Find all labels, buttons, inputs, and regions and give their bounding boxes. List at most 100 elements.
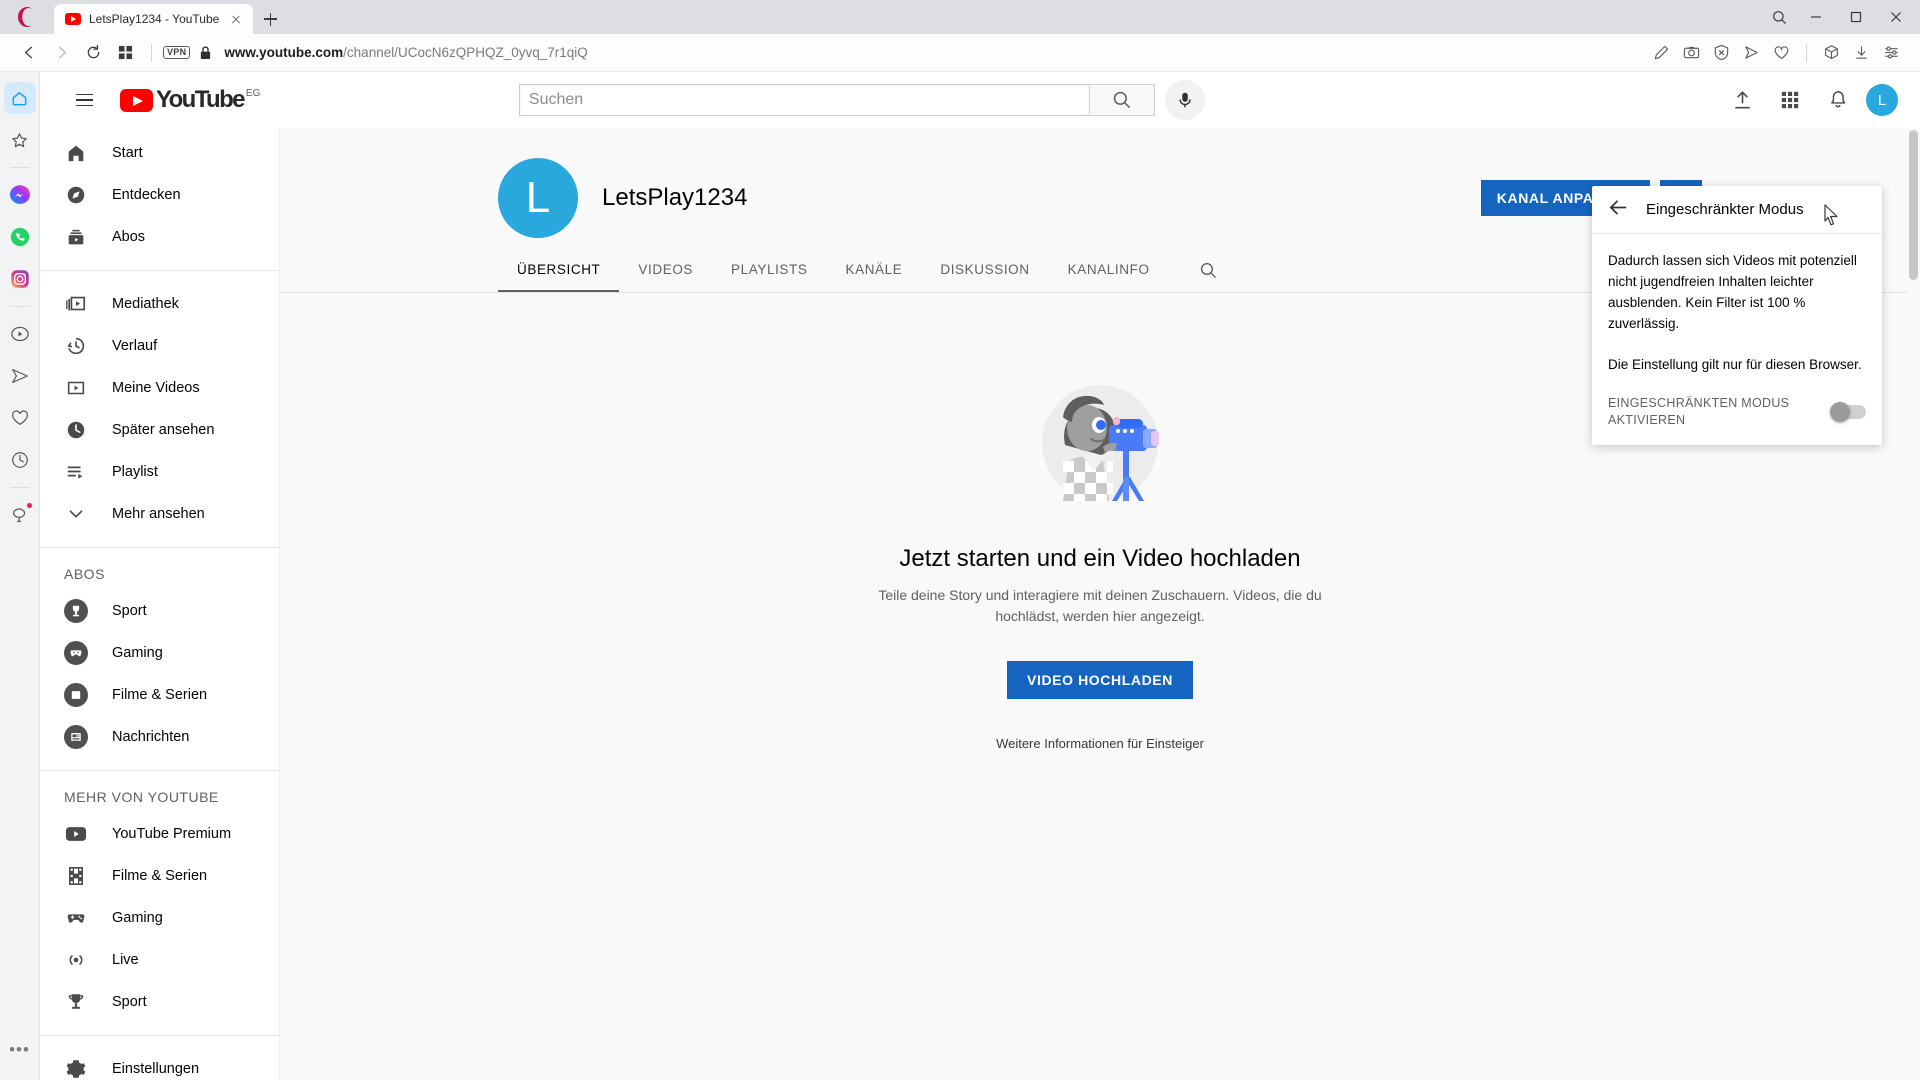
- account-avatar[interactable]: L: [1866, 84, 1898, 116]
- rail-item-whatsapp[interactable]: [4, 221, 36, 253]
- browser-tabstrip: LetsPlay1234 - YouTube: [0, 0, 1920, 34]
- reload-button[interactable]: [78, 39, 108, 67]
- rail-item-instagram[interactable]: [4, 263, 36, 295]
- sidebar-item-playlist[interactable]: Playlist: [40, 451, 279, 493]
- voice-search-button[interactable]: [1164, 80, 1205, 120]
- notifications-button[interactable]: [1818, 80, 1858, 120]
- address-bar[interactable]: www.youtube.com/channel/UCocN6zQPHQZ_0yv…: [220, 45, 1645, 60]
- sidebar-item-mehr-ansehen[interactable]: Mehr ansehen: [40, 493, 279, 535]
- sidebar-item-label: Später ansehen: [112, 422, 215, 438]
- rail-item-liked[interactable]: [4, 402, 36, 434]
- edit-pin-icon[interactable]: [1647, 39, 1676, 67]
- tab-videos[interactable]: VIDEOS: [619, 248, 712, 292]
- rail-item-player[interactable]: [4, 318, 36, 350]
- upload-button[interactable]: [1722, 80, 1762, 120]
- sidebar-item-meine-videos[interactable]: Meine Videos: [40, 367, 279, 409]
- apps-button[interactable]: [1770, 80, 1810, 120]
- sidebar-item-einstellungen[interactable]: Einstellungen: [40, 1048, 279, 1080]
- sidebar-item-more-filme[interactable]: Filme & Serien: [40, 855, 279, 897]
- restricted-mode-toggle-row[interactable]: EINGESCHRÄNKTEN MODUS AKTIVIEREN: [1592, 375, 1882, 439]
- heart-icon[interactable]: [1767, 39, 1796, 67]
- sidebar-item-sub-nachrichten[interactable]: Nachrichten: [40, 716, 279, 758]
- gaming-icon: [64, 906, 88, 930]
- channel-avatar[interactable]: L: [498, 158, 578, 238]
- news-icon: [64, 725, 88, 749]
- history-icon: [11, 452, 28, 468]
- close-icon[interactable]: [1876, 2, 1916, 32]
- tab-playlists[interactable]: PLAYLISTS: [712, 248, 826, 292]
- sidebar-item-label: Filme & Serien: [112, 687, 208, 703]
- rail-more-button[interactable]: •••: [4, 1038, 36, 1070]
- beginner-info-link[interactable]: Weitere Informationen für Einsteiger: [996, 736, 1204, 751]
- sidebar-item-start[interactable]: Start: [40, 132, 279, 174]
- tab-diskussion[interactable]: DISKUSSION: [921, 248, 1048, 292]
- back-button[interactable]: [14, 39, 44, 67]
- close-icon[interactable]: [227, 10, 245, 28]
- search-box[interactable]: [518, 84, 1089, 116]
- search-submit-button[interactable]: [1088, 84, 1155, 116]
- rail-item-history[interactable]: [4, 444, 36, 476]
- sidebar-item-youtube-premium[interactable]: YouTube Premium: [40, 813, 279, 855]
- toggle-label: EINGESCHRÄNKTEN MODUS AKTIVIEREN: [1608, 396, 1790, 427]
- rail-item-telegram[interactable]: [4, 360, 36, 392]
- scrollbar-thumb[interactable]: [1909, 130, 1918, 280]
- sidebar-item-spaeter-ansehen[interactable]: Später ansehen: [40, 409, 279, 451]
- page-scrollbar[interactable]: [1907, 128, 1920, 1080]
- send-icon[interactable]: [1737, 39, 1766, 67]
- search-input[interactable]: [528, 91, 1080, 109]
- cube-icon[interactable]: [1817, 39, 1846, 67]
- camera-snapshot-icon[interactable]: [1677, 39, 1706, 67]
- download-icon[interactable]: [1847, 39, 1876, 67]
- heart-icon: [11, 410, 28, 426]
- sidebar-item-live[interactable]: Live: [40, 939, 279, 981]
- search-icon[interactable]: [1762, 2, 1796, 32]
- channel-name: LetsPlay1234: [602, 184, 748, 211]
- sidebar-item-abos[interactable]: Abos: [40, 216, 279, 258]
- opera-sidebar: •••: [0, 72, 40, 1080]
- guide-toggle-button[interactable]: [64, 80, 104, 120]
- sidebar-item-sub-sport[interactable]: Sport: [40, 590, 279, 632]
- rail-item-pinboard[interactable]: [4, 499, 36, 531]
- sidebar-item-label: Einstellungen: [112, 1061, 200, 1077]
- browser-tab[interactable]: LetsPlay1234 - YouTube: [54, 4, 254, 34]
- new-tab-button[interactable]: [255, 4, 285, 34]
- sidebar-item-label: Entdecken: [112, 187, 181, 203]
- guide-section-more: MEHR VON YOUTUBE: [64, 789, 219, 805]
- channel-search-button[interactable]: [1191, 249, 1226, 292]
- sidebar-item-sub-filme[interactable]: Filme & Serien: [40, 674, 279, 716]
- sidebar-item-more-sport[interactable]: Sport: [40, 981, 279, 1023]
- sidebar-item-label: Mehr ansehen: [112, 506, 205, 522]
- upload-video-button[interactable]: VIDEO HOCHLADEN: [1007, 661, 1193, 699]
- live-icon: [64, 948, 88, 972]
- youtube-logo[interactable]: YouTube EG: [120, 88, 260, 112]
- back-arrow-icon[interactable]: [1608, 197, 1629, 223]
- youtube-premium-icon: [64, 822, 88, 846]
- restricted-mode-switch[interactable]: [1830, 402, 1866, 422]
- tab-kanaele[interactable]: KANÄLE: [826, 248, 921, 292]
- sidebar-item-label: Mediathek: [112, 296, 179, 312]
- sidebar-item-label: Meine Videos: [112, 380, 200, 396]
- tab-kanalinfo[interactable]: KANALINFO: [1049, 248, 1169, 292]
- minimize-icon[interactable]: [1796, 2, 1836, 32]
- forward-button[interactable]: [46, 39, 76, 67]
- secure-lock-icon[interactable]: [199, 45, 212, 60]
- rail-item-messenger[interactable]: [4, 179, 36, 211]
- youtube-favicon: [65, 11, 81, 27]
- sidebar-item-mediathek[interactable]: Mediathek: [40, 283, 279, 325]
- vpn-badge[interactable]: VPN: [163, 46, 191, 59]
- rail-item-favorites[interactable]: [4, 124, 36, 156]
- tab-title: LetsPlay1234 - YouTube: [89, 12, 220, 26]
- tab-uebersicht[interactable]: ÜBERSICHT: [498, 248, 620, 292]
- sidebar-item-label: Abos: [112, 229, 146, 245]
- ad-block-icon[interactable]: [1707, 39, 1736, 67]
- sidebar-item-more-gaming[interactable]: Gaming: [40, 897, 279, 939]
- chevron-down-icon: [64, 502, 88, 526]
- sidebar-item-entdecken[interactable]: Entdecken: [40, 174, 279, 216]
- settings-sliders-icon[interactable]: [1877, 39, 1906, 67]
- rail-item-home[interactable]: [3, 82, 36, 114]
- sidebar-item-verlauf[interactable]: Verlauf: [40, 325, 279, 367]
- sidebar-item-sub-gaming[interactable]: Gaming: [40, 632, 279, 674]
- tab-grid-icon[interactable]: [110, 39, 140, 67]
- maximize-icon[interactable]: [1836, 2, 1876, 32]
- search-icon: [1113, 91, 1131, 109]
